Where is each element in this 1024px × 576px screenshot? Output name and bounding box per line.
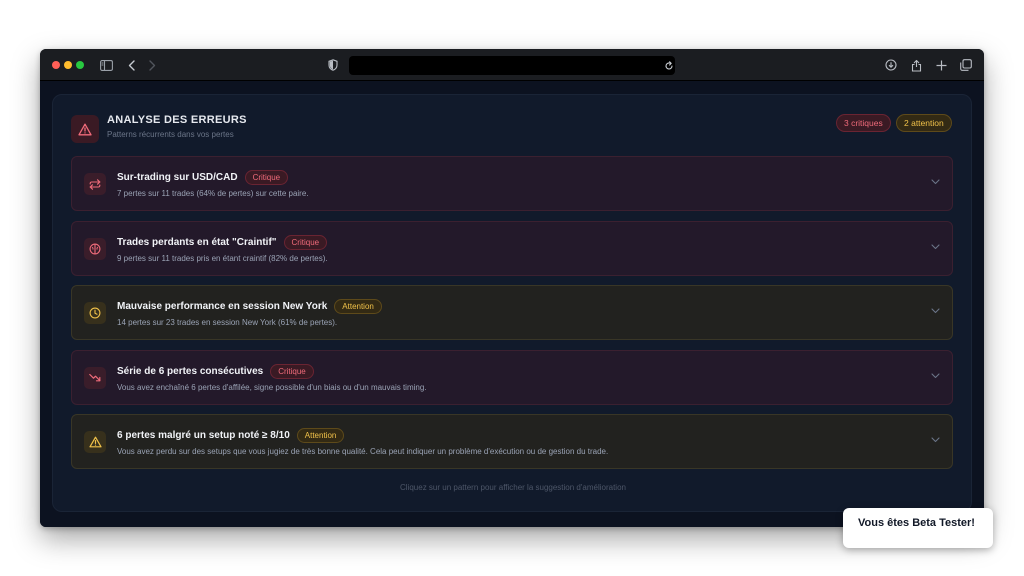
chevron-down-icon[interactable]	[930, 177, 940, 187]
address-bar[interactable]	[349, 56, 675, 75]
privacy-shield-icon[interactable]	[325, 57, 341, 73]
pattern-card-fearful-state[interactable]: Trades perdants en état "Craintif" Criti…	[71, 221, 953, 276]
severity-badge: Attention	[296, 428, 345, 443]
chevron-down-icon[interactable]	[930, 435, 940, 445]
clock-icon	[84, 302, 106, 324]
critical-count-badge: 3 critiques	[836, 114, 891, 132]
close-window-button[interactable]	[52, 61, 60, 69]
minimize-window-button[interactable]	[64, 61, 72, 69]
severity-badge: Critique	[270, 364, 314, 379]
chevron-down-icon[interactable]	[930, 306, 940, 316]
panel-title: ANALYSE DES ERREURS	[107, 114, 247, 126]
severity-badge: Critique	[244, 170, 289, 185]
page-content: ANALYSE DES ERREURS Patterns récurrents …	[40, 81, 984, 527]
trending-down-icon	[84, 367, 106, 389]
chevron-down-icon[interactable]	[930, 242, 940, 252]
pattern-title: Mauvaise performance en session New York	[117, 301, 328, 312]
pattern-title: 6 pertes malgré un setup noté ≥ 8/10	[117, 430, 290, 441]
tab-overview-icon[interactable]	[958, 57, 974, 73]
pattern-card-losing-streak[interactable]: Série de 6 pertes consécutives Critique …	[71, 350, 953, 405]
toast-text: Vous êtes Beta Tester!	[858, 517, 975, 529]
back-arrow-icon[interactable]	[124, 57, 140, 73]
beta-tester-toast[interactable]: Vous êtes Beta Tester!	[843, 508, 993, 548]
panel-subtitle: Patterns récurrents dans vos pertes	[107, 130, 234, 139]
pattern-card-newyork-session[interactable]: Mauvaise performance en session New York…	[71, 285, 953, 340]
reload-icon[interactable]	[661, 58, 677, 74]
forward-arrow-icon[interactable]	[144, 57, 160, 73]
sidebar-toggle-icon[interactable]	[98, 57, 114, 73]
alert-triangle-icon	[71, 115, 99, 143]
chevron-down-icon[interactable]	[930, 371, 940, 381]
pattern-description: Vous avez enchaîné 6 pertes d'affilée, s…	[117, 383, 427, 392]
browser-titlebar	[40, 49, 984, 81]
download-icon[interactable]	[883, 57, 899, 73]
new-tab-plus-icon[interactable]	[933, 57, 949, 73]
pattern-card-overtrading[interactable]: Sur-trading sur USD/CAD Critique 7 perte…	[71, 156, 953, 211]
share-icon[interactable]	[908, 57, 924, 73]
footer-hint: Cliquez sur un pattern pour afficher la …	[400, 483, 626, 492]
error-analysis-panel: ANALYSE DES ERREURS Patterns récurrents …	[52, 94, 972, 512]
severity-badge: Critique	[283, 235, 328, 250]
pattern-description: 9 pertes sur 11 trades pris en étant cra…	[117, 254, 328, 263]
pattern-description: 7 pertes sur 11 trades (64% de pertes) s…	[117, 189, 309, 198]
pattern-card-high-rated-setups[interactable]: 6 pertes malgré un setup noté ≥ 8/10 Att…	[71, 414, 953, 469]
severity-badge: Attention	[334, 299, 382, 314]
pattern-title: Série de 6 pertes consécutives	[117, 366, 264, 377]
pattern-title: Trades perdants en état "Craintif"	[117, 237, 277, 248]
warning-triangle-icon	[84, 431, 106, 453]
browser-window: ANALYSE DES ERREURS Patterns récurrents …	[40, 49, 984, 527]
brain-icon	[84, 238, 106, 260]
pattern-title: Sur-trading sur USD/CAD	[117, 172, 238, 183]
attention-count-badge: 2 attention	[896, 114, 952, 132]
maximize-window-button[interactable]	[76, 61, 84, 69]
swap-arrows-icon	[84, 173, 106, 195]
pattern-description: Vous avez perdu sur des setups que vous …	[117, 447, 609, 456]
pattern-description: 14 pertes sur 23 trades en session New Y…	[117, 318, 338, 327]
